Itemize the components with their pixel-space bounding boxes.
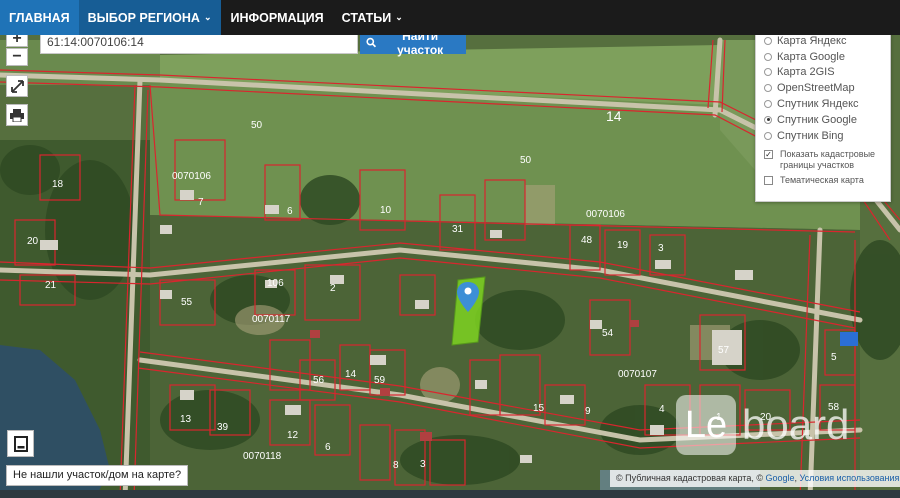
nav-home-label: ГЛАВНАЯ: [9, 10, 70, 25]
layer-option-label: Карта 2GIS: [777, 66, 835, 79]
layer-option-label: OpenStreetMap: [777, 82, 855, 95]
quarter-label: 0070118: [243, 451, 282, 462]
parcel-label: 50: [520, 155, 532, 166]
google-link[interactable]: Google: [765, 473, 794, 483]
quarter-label: 0070107: [618, 369, 657, 380]
thematic-map-label: Тематическая карта: [780, 174, 864, 185]
print-button[interactable]: [6, 104, 28, 126]
radio-button[interactable]: [764, 68, 772, 77]
parcel-label: 31: [452, 224, 464, 235]
radio-button[interactable]: [764, 52, 772, 61]
layers-panel: Карта Яндекс Карта Google Карта 2GIS Ope…: [755, 30, 891, 202]
parcel-label: 3: [658, 243, 664, 254]
radio-button[interactable]: [764, 84, 772, 93]
parcel-label: 15: [533, 403, 545, 414]
radio-button-selected[interactable]: [764, 115, 772, 124]
nav-region-select[interactable]: ВЫБОР РЕГИОНА ⌄: [78, 0, 221, 35]
parcel-label: 54: [602, 328, 614, 339]
parcel-label: 106: [267, 278, 284, 289]
radio-button[interactable]: [764, 100, 772, 109]
parcel-label: 55: [181, 297, 193, 308]
parcel-label: 9: [585, 406, 591, 417]
nav-region-label: ВЫБОР РЕГИОНА: [87, 10, 200, 25]
parcel-label: 48: [581, 235, 593, 246]
layer-option-label: Спутник Bing: [777, 129, 844, 142]
layer-option-yandex-map[interactable]: Карта Яндекс: [764, 33, 882, 49]
show-boundaries-toggle[interactable]: ✓ Показать кадастровые границы участков: [764, 149, 882, 171]
nav-articles[interactable]: СТАТЬИ ⌄: [333, 0, 412, 35]
parcel-label: 2: [330, 283, 336, 294]
chevron-down-icon: ⌄: [203, 12, 212, 22]
radio-button[interactable]: [764, 131, 772, 140]
parcel-label: 6: [287, 206, 293, 217]
parcel-label: 56: [313, 375, 325, 386]
terms-link[interactable]: Условия использования: [800, 473, 900, 483]
layer-option-label: Карта Google: [777, 50, 845, 63]
parcel-label: 57: [718, 345, 730, 356]
parcel-label: 20: [27, 236, 39, 247]
nav-secondary: ИНФОРМАЦИЯ СТАТЬИ ⌄: [220, 0, 900, 35]
fullscreen-icon: [10, 79, 24, 93]
parcel-label: 8: [393, 460, 399, 471]
checkbox-checked[interactable]: ✓: [764, 149, 773, 159]
road-label: 14: [606, 108, 622, 124]
parcel-label: 39: [217, 422, 229, 433]
parcel-label: 3: [420, 459, 426, 470]
fullscreen-button[interactable]: [6, 75, 28, 97]
parcel-label: 5: [831, 352, 837, 363]
quarter-label: 0070106: [172, 171, 211, 182]
watermark-logo: Le: [676, 395, 736, 455]
nav-articles-label: СТАТЬИ: [341, 10, 392, 25]
layer-option-label: Спутник Яндекс: [777, 98, 859, 111]
search-icon: [366, 37, 377, 48]
radio-button[interactable]: [764, 36, 772, 45]
parcel-label: 10: [380, 205, 392, 216]
layer-option-bing-satellite[interactable]: Спутник Bing: [764, 128, 882, 144]
parcel-label: 50: [251, 120, 263, 131]
bottom-strip: [0, 490, 900, 498]
quarter-label: 0070106: [586, 209, 625, 220]
parcel-label: 7: [198, 197, 204, 208]
zoom-out-button[interactable]: −: [6, 48, 28, 66]
checkbox[interactable]: [764, 175, 773, 185]
layer-option-openstreetmap[interactable]: OpenStreetMap: [764, 80, 882, 96]
parcel-label: 14: [345, 369, 357, 380]
watermark-text: board: [742, 401, 850, 448]
nav-info[interactable]: ИНФОРМАЦИЯ: [221, 0, 333, 35]
show-boundaries-label: Показать кадастровые границы участков: [780, 148, 876, 170]
report-button[interactable]: [7, 430, 34, 457]
not-found-button[interactable]: Не нашли участок/дом на карте?: [6, 465, 189, 486]
parcel-label: 19: [617, 240, 629, 251]
parcel-label: 59: [374, 375, 386, 386]
layer-option-label: Спутник Google: [777, 113, 857, 126]
layer-option-yandex-satellite[interactable]: Спутник Яндекс: [764, 96, 882, 112]
thematic-map-toggle[interactable]: Тематическая карта: [764, 175, 882, 186]
watermark: Le board: [676, 395, 849, 455]
layer-option-google-satellite[interactable]: Спутник Google: [764, 112, 882, 128]
parcel-label: 6: [325, 442, 331, 453]
parcel-label: 4: [659, 404, 665, 415]
quarter-label: 0070117: [252, 314, 291, 325]
nav-home[interactable]: ГЛАВНАЯ: [0, 0, 79, 35]
parcel-label: 13: [180, 414, 192, 425]
top-nav: ГЛАВНАЯ ВЫБОР РЕГИОНА ⌄ ИНФОРМАЦИЯ СТАТЬ…: [0, 0, 900, 35]
parcel-label: 21: [45, 280, 57, 291]
document-icon: [13, 435, 28, 452]
chevron-down-icon: ⌄: [395, 12, 403, 22]
nav-info-label: ИНФОРМАЦИЯ: [230, 10, 324, 25]
attribution-prefix: © Публичная кадастровая карта, ©: [616, 473, 766, 483]
parcel-label: 12: [287, 430, 299, 441]
map-attribution: © Публичная кадастровая карта, © Google,…: [610, 470, 900, 487]
layer-option-2gis-map[interactable]: Карта 2GIS: [764, 65, 882, 81]
layer-option-label: Карта Яндекс: [777, 34, 847, 47]
nav-primary: ГЛАВНАЯ ВЫБОР РЕГИОНА ⌄: [0, 0, 221, 35]
print-icon: [10, 108, 24, 122]
parcel-label: 18: [52, 179, 64, 190]
layer-option-google-map[interactable]: Карта Google: [764, 49, 882, 65]
